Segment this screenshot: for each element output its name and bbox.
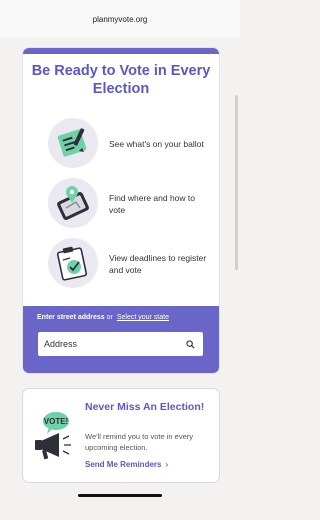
address-input[interactable] xyxy=(38,332,203,356)
send-reminders-link[interactable]: Send Me Reminders › xyxy=(85,460,168,469)
feature-polling-label: Find where and how to vote xyxy=(109,193,195,215)
megaphone-icon: VOTE! xyxy=(35,412,71,460)
page-scrollbar[interactable] xyxy=(235,95,238,270)
chevron-right-icon: › xyxy=(165,460,169,469)
address-caption: Enter street address or Select your stat… xyxy=(37,314,169,321)
clipboard-check-icon xyxy=(48,238,98,288)
select-state-link[interactable]: Select your state xyxy=(117,314,169,321)
card-accent-bar xyxy=(23,48,219,54)
map-phone-icon xyxy=(48,178,98,228)
reminder-body: We'll remind you to vote in every upcomi… xyxy=(85,432,194,452)
feature-deadlines-label: View deadlines to register and vote xyxy=(109,253,207,275)
address-caption-label: Enter street address xyxy=(37,314,105,321)
url-text: planmyvote.org xyxy=(92,14,148,24)
browser-url-bar[interactable]: planmyvote.org xyxy=(0,0,240,38)
search-icon[interactable] xyxy=(186,340,195,349)
vote-bubble-text: VOTE! xyxy=(44,417,68,426)
address-caption-or: or xyxy=(106,314,113,321)
feature-ballot-label: See what's on your ballot xyxy=(109,139,204,149)
feature-deadlines: View deadlines to register and vote xyxy=(23,238,219,290)
ballot-icon xyxy=(48,118,98,168)
feature-ballot: See what's on your ballot xyxy=(23,118,219,170)
page-title: Be Ready to Vote in Every Election xyxy=(31,63,211,97)
address-panel: Enter street address or Select your stat… xyxy=(23,306,219,373)
reminder-card: VOTE! Never Miss An Election! We'll remi… xyxy=(23,389,219,482)
home-indicator[interactable] xyxy=(78,494,162,497)
feature-polling-place: Find where and how to vote xyxy=(23,178,219,230)
send-reminders-label: Send Me Reminders xyxy=(85,460,162,469)
vote-ready-card: Be Ready to Vote in Every Election See w… xyxy=(23,48,219,373)
reminder-title: Never Miss An Election! xyxy=(85,401,205,413)
